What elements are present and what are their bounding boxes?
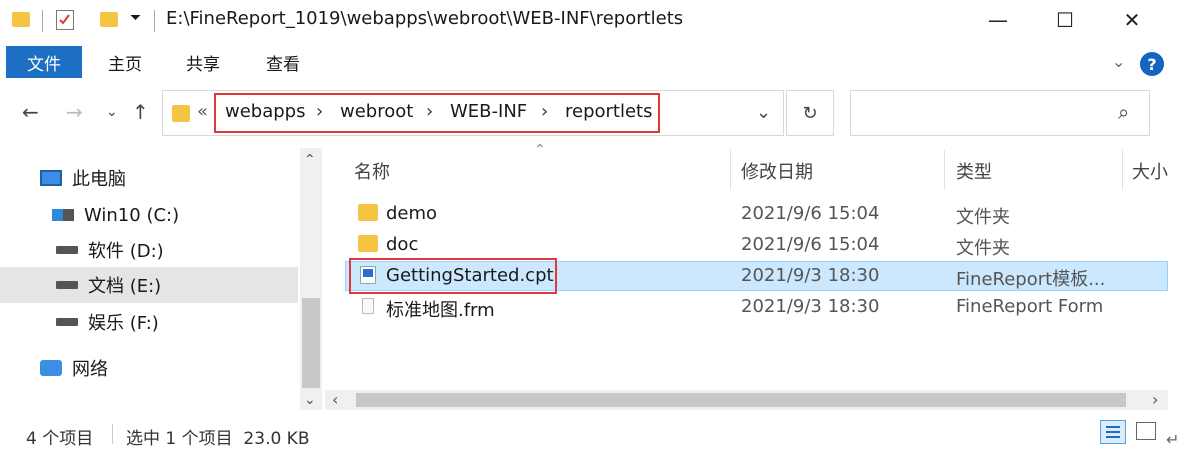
new-folder-icon[interactable] (100, 12, 118, 27)
status-selection: 选中 1 个项目 23.0 KB (126, 429, 310, 449)
divider (42, 10, 43, 32)
customize-toolbar-icon[interactable]: ⏷ (130, 10, 141, 26)
window-title: E:\FineReport_1019\webapps\webroot\WEB-I… (166, 8, 684, 29)
tab-home[interactable]: 主页 (108, 50, 142, 75)
file-date: 2021/9/6 15:04 (741, 203, 880, 224)
folder-icon (172, 105, 190, 122)
file-date: 2021/9/3 18:30 (741, 296, 880, 317)
sidebar-item-d-drive[interactable]: 软件 (D:) (0, 232, 298, 268)
sort-ascending-icon: ⌃ (534, 142, 546, 158)
file-name[interactable]: 标准地图.frm (386, 296, 495, 322)
sidebar-item-label: 网络 (72, 359, 108, 380)
sidebar-scroll-thumb[interactable] (302, 298, 320, 388)
search-input[interactable] (850, 90, 1150, 136)
scroll-right-icon[interactable]: › (1152, 390, 1158, 409)
file-type: FineReport模板... (956, 269, 1106, 290)
sidebar-item-network[interactable]: 网络 (0, 350, 298, 386)
recent-locations-icon[interactable]: ⌄ (106, 104, 118, 120)
expand-ribbon-icon[interactable]: ⌄ (1112, 52, 1125, 71)
large-icons-view-icon[interactable] (1136, 422, 1156, 440)
back-icon[interactable]: ← (22, 100, 39, 124)
network-icon (40, 360, 62, 376)
sidebar-item-f-drive[interactable]: 娱乐 (F:) (0, 304, 298, 340)
sidebar-item-c-drive[interactable]: Win10 (C:) (0, 197, 298, 233)
folder-icon[interactable] (12, 12, 30, 27)
column-header-date[interactable]: 修改日期 (741, 158, 813, 184)
overflow-crumb[interactable]: « (197, 101, 208, 122)
column-divider[interactable] (730, 150, 731, 190)
column-header-size[interactable]: 大小 (1132, 158, 1168, 184)
drive-icon (56, 246, 78, 254)
annotation-box (349, 258, 557, 294)
divider (154, 10, 155, 32)
refresh-icon[interactable]: ↻ (786, 90, 834, 136)
annotation-box (214, 93, 660, 133)
maximize-button[interactable]: ☐ (1045, 4, 1085, 36)
search-icon[interactable]: ⌕ (1118, 100, 1129, 124)
tab-share[interactable]: 共享 (186, 50, 220, 75)
details-view-icon[interactable] (1100, 420, 1126, 444)
sidebar-item-label: 娱乐 (F:) (88, 313, 159, 334)
sidebar-item-this-pc[interactable]: 此电脑 (0, 160, 298, 196)
windows-drive-icon (52, 209, 74, 221)
frm-file-icon (362, 298, 374, 314)
tab-view[interactable]: 查看 (266, 50, 300, 75)
scroll-left-icon[interactable]: ‹ (332, 390, 338, 409)
forward-icon[interactable]: → (66, 100, 83, 124)
sidebar-item-e-drive[interactable]: 文档 (E:) (0, 267, 298, 303)
divider (112, 424, 113, 444)
scroll-up-icon[interactable]: ⌃ (304, 152, 316, 168)
drive-icon (56, 318, 78, 326)
minimize-button[interactable]: — (978, 4, 1018, 36)
file-date: 2021/9/3 18:30 (741, 265, 880, 286)
folder-icon (358, 204, 378, 221)
column-divider[interactable] (944, 150, 945, 190)
sidebar-item-label: 软件 (D:) (88, 241, 164, 262)
column-header-type[interactable]: 类型 (956, 158, 992, 184)
help-icon[interactable]: ? (1140, 52, 1164, 76)
file-date: 2021/9/6 15:04 (741, 234, 880, 255)
folder-icon (358, 235, 378, 252)
file-type: 文件夹 (956, 207, 1010, 228)
drive-icon (56, 281, 78, 289)
up-icon[interactable]: ↑ (132, 100, 149, 124)
file-name[interactable]: doc (386, 234, 418, 255)
list-scroll-thumb[interactable] (356, 393, 1126, 407)
computer-icon (40, 170, 62, 186)
sidebar-item-label: 文档 (E:) (88, 276, 162, 297)
sidebar-item-label: Win10 (C:) (84, 204, 180, 226)
column-header-name[interactable]: 名称 (354, 158, 390, 184)
tab-file[interactable]: 文件 (6, 46, 82, 78)
sidebar-item-label: 此电脑 (72, 169, 126, 190)
file-type: FineReport Form (956, 296, 1104, 317)
return-icon: ↵ (1166, 430, 1180, 449)
column-divider[interactable] (1122, 150, 1123, 190)
scroll-down-icon[interactable]: ⌄ (304, 392, 316, 408)
status-item-count: 4 个项目 (26, 429, 94, 449)
properties-icon[interactable] (56, 10, 74, 30)
file-name[interactable]: demo (386, 203, 437, 224)
file-type: 文件夹 (956, 238, 1010, 259)
address-dropdown-icon[interactable]: ⌄ (756, 102, 771, 123)
close-button[interactable]: ✕ (1112, 4, 1152, 36)
